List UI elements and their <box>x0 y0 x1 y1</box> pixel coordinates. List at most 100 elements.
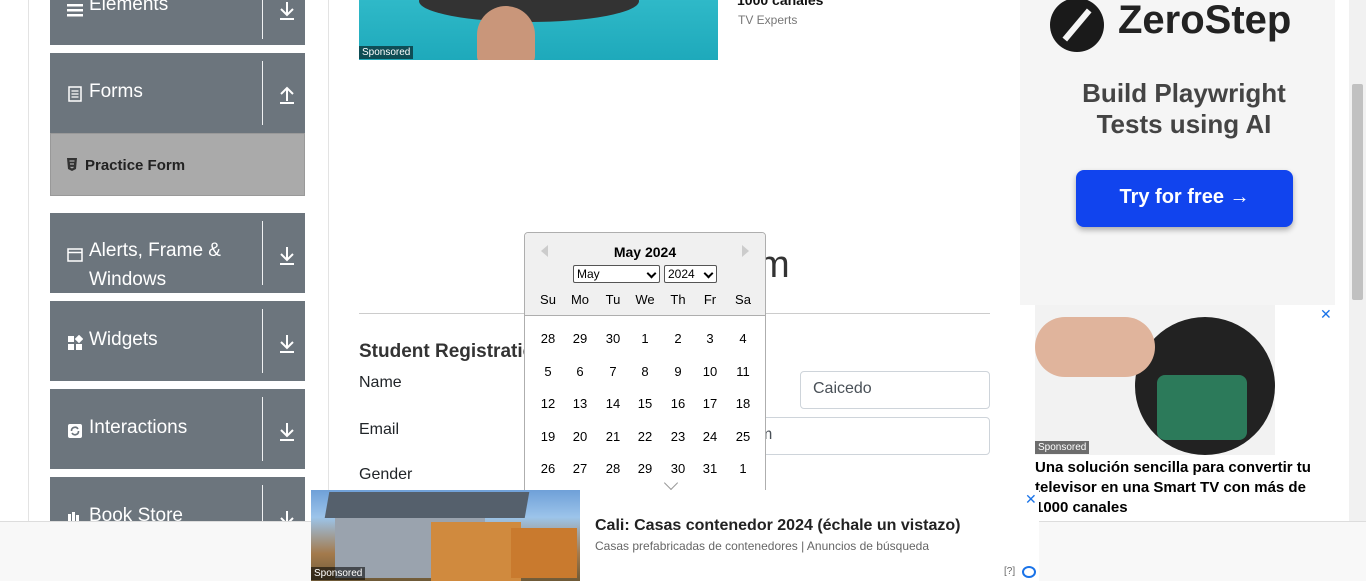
name-label: Name <box>359 374 402 391</box>
calendar-day[interactable]: 29 <box>629 461 661 476</box>
menu-icon <box>67 4 83 17</box>
sidebar-group-widgets[interactable]: Widgets <box>50 301 305 381</box>
sidebar-group-label: Elements <box>89 0 169 15</box>
calendar-day[interactable]: 12 <box>532 396 564 411</box>
calendar-day[interactable]: 2 <box>662 331 694 346</box>
ad-finger-shape <box>1035 317 1155 377</box>
calendar-day[interactable]: 15 <box>629 396 661 411</box>
calendar-day[interactable]: 4 <box>727 331 759 346</box>
scroll-down-chevron-icon <box>663 475 679 491</box>
calendar-day[interactable]: 28 <box>532 331 564 346</box>
calendar-day[interactable]: 22 <box>629 429 661 444</box>
next-month-icon[interactable] <box>742 245 749 257</box>
download-arrow-icon[interactable] <box>278 333 296 353</box>
right-ad-text[interactable]: Una solución sencilla para convertir tu … <box>1035 458 1335 518</box>
day-name: Fr <box>703 292 717 307</box>
sidebar-group-book-store[interactable]: Book Store <box>50 477 305 529</box>
sidebar-right-border <box>328 0 329 521</box>
calendar-day[interactable]: 19 <box>532 429 564 444</box>
document-icon <box>68 86 82 102</box>
sidebar-group-label: Forms <box>89 81 143 102</box>
bottom-ad-title[interactable]: Cali: Casas contenedor 2024 (échale un v… <box>595 517 960 535</box>
calendar-day[interactable]: 10 <box>694 364 726 379</box>
chevron-down-icon <box>703 268 714 279</box>
sidebar-group-label-line2: Windows <box>89 269 167 290</box>
try-for-free-button[interactable]: Try for free → <box>1076 170 1293 227</box>
current-month-label: May 2024 <box>613 244 677 260</box>
sidebar-group-label: Interactions <box>89 417 188 438</box>
sidebar-group-interactions[interactable]: Interactions <box>50 389 305 469</box>
divider <box>262 485 263 521</box>
divider <box>262 397 263 461</box>
calendar-day[interactable]: 17 <box>694 396 726 411</box>
sponsored-label: Sponsored <box>359 46 414 59</box>
calendar-day[interactable]: 8 <box>629 364 661 379</box>
section-heading: Student Registratio <box>359 341 535 362</box>
calendar-day[interactable]: 9 <box>662 364 694 379</box>
calendar-day[interactable]: 27 <box>564 461 596 476</box>
calendar-day[interactable]: 11 <box>727 364 759 379</box>
adchoices-icon[interactable] <box>1022 566 1036 578</box>
ad-tagline: Build Playwright Tests using AI <box>1082 78 1286 139</box>
gender-label: Gender <box>359 466 413 483</box>
close-icon[interactable]: ✕ <box>1025 491 1037 508</box>
calendar-day[interactable]: 26 <box>532 461 564 476</box>
calendar-day[interactable]: 28 <box>597 461 629 476</box>
calendar-day[interactable]: 24 <box>694 429 726 444</box>
calendar-day[interactable]: 1 <box>727 461 759 476</box>
calendar-day[interactable]: 6 <box>564 364 596 379</box>
ad-hand-shape <box>477 6 535 60</box>
widgets-icon <box>68 335 83 350</box>
download-arrow-icon[interactable] <box>278 245 296 265</box>
download-arrow-icon[interactable] <box>278 421 296 441</box>
scrollbar-thumb[interactable] <box>1352 84 1363 300</box>
year-select[interactable]: 2024 <box>664 265 717 283</box>
ad-porch-shape <box>431 522 521 581</box>
html5-icon <box>67 158 77 171</box>
chevron-down-icon <box>646 268 657 279</box>
calendar-day[interactable]: 5 <box>532 364 564 379</box>
month-select[interactable]: May <box>573 265 660 283</box>
date-picker[interactable]: May 2024 May 2024 Su Mo Tu We Th Fr Sa 28 29 30 1… <box>524 232 766 497</box>
ad-shed-shape <box>511 528 577 578</box>
calendar-day[interactable]: 16 <box>662 396 694 411</box>
calendar-day[interactable]: 7 <box>597 364 629 379</box>
sidebar-left-border <box>28 0 29 521</box>
ad-brand-name: ZeroStep <box>1118 0 1292 42</box>
calendar-day[interactable]: 21 <box>597 429 629 444</box>
day-name: Tu <box>605 292 621 307</box>
sidebar-item-practice-form[interactable]: Practice Form <box>50 133 305 196</box>
divider <box>262 221 263 285</box>
calendar-day[interactable]: 14 <box>597 396 629 411</box>
sidebar-group-label: Widgets <box>89 329 158 350</box>
logo-slash <box>1062 8 1092 42</box>
ad-info-link[interactable]: [?] <box>1004 566 1015 577</box>
calendar-day[interactable]: 23 <box>662 429 694 444</box>
sidebar-item-label: Practice Form <box>85 157 186 174</box>
calendar-day[interactable]: 31 <box>694 461 726 476</box>
calendar-day[interactable]: 13 <box>564 396 596 411</box>
calendar-day[interactable]: 3 <box>694 331 726 346</box>
calendar-day[interactable]: 30 <box>597 331 629 346</box>
calendar-day[interactable]: 18 <box>727 396 759 411</box>
divider <box>262 61 263 125</box>
refresh-icon <box>68 424 82 438</box>
bottom-ad-subtitle: Casas prefabricadas de contenedores | An… <box>595 539 930 553</box>
sidebar-group-elements[interactable]: Elements <box>50 0 305 45</box>
calendar-day[interactable]: 1 <box>629 331 661 346</box>
sidebar-group-forms[interactable]: Forms <box>50 53 305 133</box>
divider <box>262 309 263 373</box>
calendar-day[interactable]: 25 <box>727 429 759 444</box>
last-name-input[interactable]: Caicedo <box>800 371 990 409</box>
close-icon[interactable]: ✕ <box>1320 306 1332 323</box>
upload-arrow-icon[interactable] <box>278 84 296 104</box>
calendar-day[interactable]: 29 <box>564 331 596 346</box>
top-ad-title[interactable]: 1000 canales <box>737 0 823 8</box>
calendar-day[interactable]: 30 <box>662 461 694 476</box>
email-label: Email <box>359 421 400 438</box>
right-ad-image[interactable] <box>1035 305 1275 455</box>
sidebar-group-alerts[interactable]: Alerts, Frame & Windows <box>50 213 305 293</box>
calendar-day[interactable]: 20 <box>564 429 596 444</box>
download-arrow-icon[interactable] <box>278 0 296 20</box>
page-scrollbar[interactable] <box>1349 0 1366 521</box>
